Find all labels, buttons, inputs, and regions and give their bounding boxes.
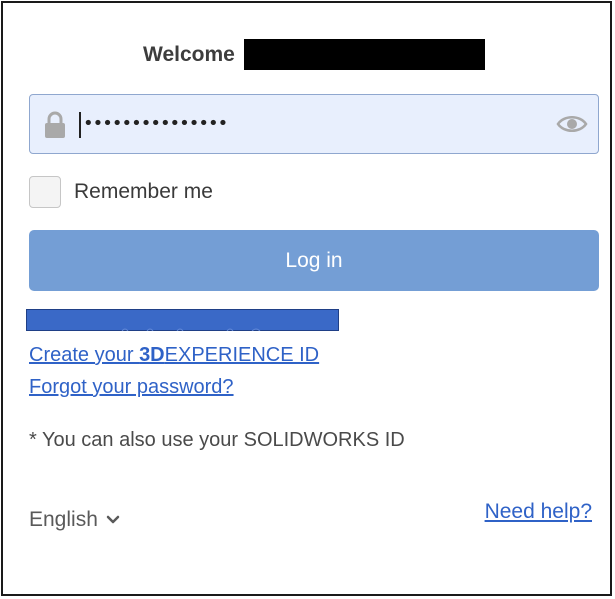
password-field[interactable]: ••••••••••••••• [29, 94, 599, 154]
create-3dexperience-id-link[interactable]: Create your 3DEXPERIENCE ID [29, 342, 319, 368]
create-link-bold: 3D [139, 344, 165, 366]
chevron-down-icon [106, 516, 120, 524]
redacted-username [244, 39, 485, 70]
lock-icon [45, 111, 65, 138]
remember-me-checkbox[interactable] [29, 176, 61, 208]
language-select[interactable]: English [29, 506, 120, 534]
text-caret [79, 112, 81, 138]
login-button[interactable]: Log in [29, 230, 599, 291]
welcome-header: Welcome [3, 39, 614, 71]
password-value: ••••••••••••••• [83, 113, 228, 134]
solidworks-id-note: * You can also use your SOLIDWORKS ID [29, 429, 405, 451]
create-link-prefix: Create your [29, 344, 140, 366]
remember-me-label[interactable]: Remember me [74, 179, 213, 205]
redacted-text-remnant [121, 328, 261, 331]
create-link-suffix: EXPERIENCE ID [164, 344, 320, 366]
login-dialog: Welcome ••••••••••••••• Remember me Log … [1, 1, 612, 596]
redacted-email-link [26, 309, 339, 331]
language-label: English [29, 508, 98, 531]
need-help-link[interactable]: Need help? [485, 498, 592, 526]
eye-icon[interactable] [556, 112, 588, 136]
forgot-password-link[interactable]: Forgot your password? [29, 374, 234, 400]
welcome-label: Welcome [143, 43, 235, 66]
